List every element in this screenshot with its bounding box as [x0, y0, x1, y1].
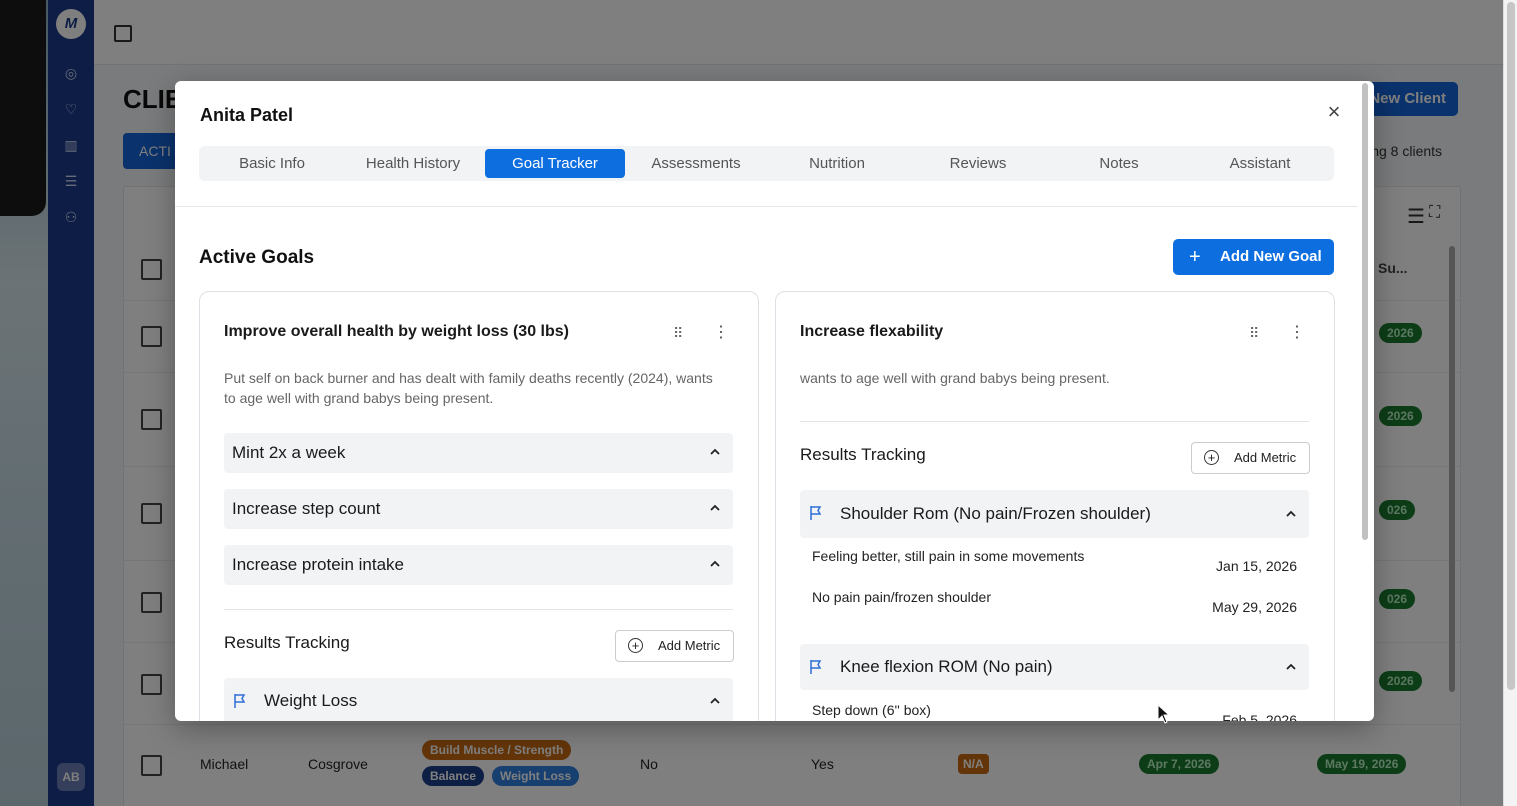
goal-card: Improve overall health by weight loss (3… [199, 291, 759, 721]
header-divider [175, 206, 1358, 207]
tab-health-history[interactable]: Health History [343, 149, 483, 178]
action-item-label: Mint 2x a week [232, 443, 346, 462]
chevron-up-icon[interactable] [710, 559, 720, 569]
close-icon[interactable]: × [1323, 101, 1345, 123]
action-item[interactable]: Mint 2x a week [224, 433, 733, 473]
chevron-up-icon[interactable] [710, 696, 720, 706]
tab-notes[interactable]: Notes [1049, 149, 1189, 178]
client-modal: Anita Patel × Basic Info Health History … [175, 81, 1374, 721]
metric-entry-date: May 29, 2026 [1212, 599, 1297, 615]
metric-entry-note: Feeling better, still pain in some movem… [812, 548, 1085, 564]
plus-circle-icon: + [1204, 450, 1219, 465]
tab-nutrition[interactable]: Nutrition [767, 149, 907, 178]
goal-description: wants to age well with grand babys being… [800, 370, 1110, 386]
add-metric-button[interactable]: + Add Metric [615, 630, 734, 662]
action-item[interactable]: Increase protein intake [224, 545, 733, 585]
chevron-up-icon[interactable] [1286, 662, 1296, 672]
drag-handle-icon[interactable]: ⠿ [1249, 325, 1259, 341]
window-scrollbar-thumb[interactable] [1507, 2, 1515, 690]
metric-name: Knee flexion ROM (No pain) [840, 657, 1053, 676]
plus-icon: + [1189, 246, 1201, 268]
plus-circle-icon: + [628, 638, 643, 653]
goal-card: Increase flexability ⠿ ⋮ wants to age we… [775, 291, 1335, 721]
metric-name: Weight Loss [264, 691, 358, 710]
chevron-up-icon[interactable] [1286, 509, 1296, 519]
chevron-up-icon[interactable] [710, 503, 720, 513]
add-new-goal-button[interactable]: + Add New Goal [1173, 239, 1334, 275]
metric-entry-note: No pain pain/frozen shoulder [812, 589, 992, 605]
flag-icon [234, 694, 246, 708]
more-vertical-icon[interactable]: ⋮ [713, 325, 729, 341]
drag-handle-icon[interactable]: ⠿ [673, 325, 683, 341]
tab-basic-info[interactable]: Basic Info [202, 149, 342, 178]
client-name: Anita Patel [200, 105, 294, 125]
metric-entry-date: Jan 15, 2026 [1216, 558, 1297, 574]
flag-icon [810, 506, 822, 520]
add-metric-button[interactable]: + Add Metric [1191, 442, 1310, 474]
window-scrollbar[interactable] [1503, 0, 1517, 806]
mouse-cursor-icon [1157, 704, 1171, 724]
chevron-up-icon[interactable] [710, 447, 720, 457]
goal-title: Improve overall health by weight loss (3… [224, 323, 569, 340]
divider [800, 421, 1309, 422]
divider [224, 609, 733, 610]
tab-reviews[interactable]: Reviews [908, 149, 1048, 178]
action-item-label: Increase protein intake [232, 555, 404, 574]
metric-header[interactable]: Knee flexion ROM (No pain) [800, 644, 1309, 690]
metric-entry-date: Feb 5, 2026 [1222, 712, 1297, 721]
goal-description: Put self on back burner and has dealt wi… [224, 370, 713, 406]
add-metric-label: Add Metric [1234, 450, 1297, 465]
metric-entry-note: Step down (6'' box) [812, 702, 931, 718]
add-metric-label: Add Metric [658, 638, 721, 653]
results-tracking-title: Results Tracking [800, 445, 926, 464]
metric-name: Shoulder Rom (No pain/Frozen shoulder) [840, 504, 1151, 523]
results-tracking-title: Results Tracking [224, 633, 350, 652]
metric-header[interactable]: Shoulder Rom (No pain/Frozen shoulder) [800, 490, 1309, 538]
tab-assessments[interactable]: Assessments [626, 149, 766, 178]
add-goal-label: Add New Goal [1220, 248, 1322, 265]
goal-title: Increase flexability [800, 323, 944, 340]
flag-icon [810, 660, 822, 674]
tab-goal-tracker[interactable]: Goal Tracker [485, 149, 625, 178]
more-vertical-icon[interactable]: ⋮ [1289, 325, 1305, 341]
modal-scrollbar[interactable] [1362, 83, 1368, 540]
tab-bar: Basic Info Health History Goal Tracker A… [199, 146, 1334, 181]
section-title: Active Goals [199, 247, 315, 268]
metric-header[interactable]: Weight Loss [224, 678, 733, 721]
action-item[interactable]: Increase step count [224, 489, 733, 529]
tab-assistant[interactable]: Assistant [1190, 149, 1330, 178]
action-item-label: Increase step count [232, 499, 381, 518]
